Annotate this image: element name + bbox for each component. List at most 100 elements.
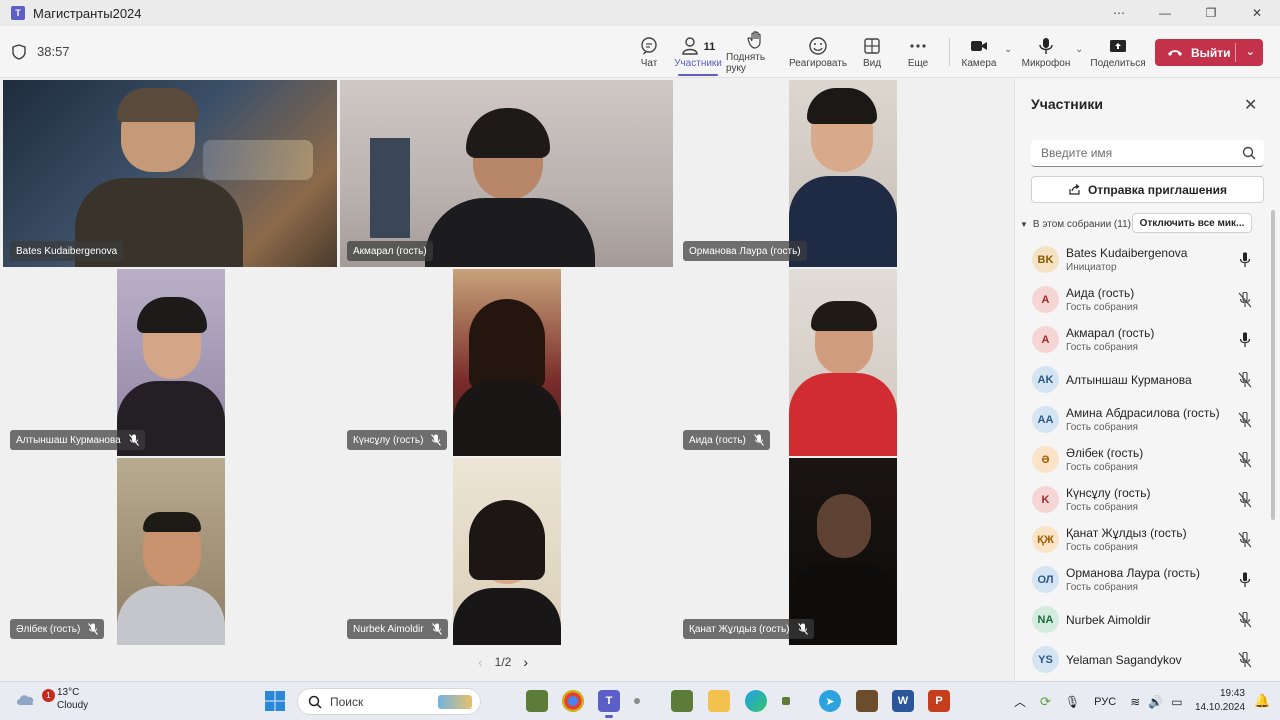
video-tile[interactable]: Акмарал (гость): [340, 80, 673, 267]
participant-list-item[interactable]: ҚЖ Қанат Жұлдыз (гость) Гость собрания: [1031, 520, 1256, 560]
teams-app-icon[interactable]: T: [598, 690, 620, 718]
wifi-icon[interactable]: ≋: [1130, 695, 1140, 709]
close-window-button[interactable]: ✕: [1234, 0, 1280, 26]
taskbar-search[interactable]: Поиск: [297, 688, 481, 715]
weather-badge: 1: [42, 689, 55, 702]
chrome-app-icon[interactable]: [562, 690, 584, 712]
maximize-button[interactable]: ❐: [1188, 0, 1234, 26]
more-options-icon[interactable]: ⋯: [1096, 0, 1142, 26]
mic-off-icon[interactable]: [1238, 532, 1252, 548]
file-explorer-app-icon[interactable]: [708, 690, 730, 712]
telegram-app-icon[interactable]: ➤: [819, 690, 841, 712]
camera-button[interactable]: Камера: [962, 26, 996, 78]
view-button[interactable]: Вид: [860, 26, 884, 78]
avatar: YS: [1032, 646, 1059, 673]
minimize-button[interactable]: —: [1142, 0, 1188, 26]
tray-overflow-chevron-icon[interactable]: ︿: [1014, 693, 1026, 710]
participant-name-tag: Nurbek Aimoldir: [347, 619, 448, 639]
minecraft-launcher-app-icon[interactable]: [671, 690, 693, 712]
mic-off-icon[interactable]: [1238, 452, 1252, 468]
mic-off-icon: [128, 434, 139, 446]
video-tile[interactable]: Аида (гость): [676, 269, 1010, 456]
mic-options-chevron-icon[interactable]: ⌄: [1075, 44, 1083, 55]
microphone-button[interactable]: Микрофон: [1022, 26, 1070, 78]
avatar: A: [1032, 326, 1059, 353]
video-tile[interactable]: Nurbek Aimoldir: [340, 458, 673, 645]
participant-list-item[interactable]: AK Алтыншаш Курманова: [1031, 360, 1256, 400]
raise-hand-button[interactable]: Поднять руку: [726, 26, 786, 78]
microphone-icon[interactable]: [1238, 332, 1252, 348]
send-invite-label: Отправка приглашения: [1087, 182, 1228, 197]
mute-all-button[interactable]: Отключить все мик...: [1132, 213, 1252, 233]
video-tile[interactable]: Қанат Жұлдыз (гость): [676, 458, 1010, 645]
participant-list-item[interactable]: A Акмарал (гость) Гость собрания: [1031, 320, 1256, 360]
sync-icon[interactable]: ⟳: [1040, 694, 1051, 710]
taskbar-clock[interactable]: 19:43 14.10.2024: [1195, 687, 1245, 715]
participant-list-item[interactable]: A Аида (гость) Гость собрания: [1031, 280, 1256, 320]
participant-name: Bates Kudaibergenova: [16, 245, 118, 257]
react-button[interactable]: Реагировать: [789, 26, 847, 78]
microphone-icon[interactable]: [1238, 572, 1252, 588]
gallery-pager: ‹ 1/2 ›: [478, 654, 528, 670]
powerpoint-app-icon[interactable]: P: [928, 690, 950, 712]
participant-search-input[interactable]: Введите имя: [1031, 140, 1264, 167]
close-panel-icon[interactable]: ✕: [1244, 95, 1257, 115]
participant-list-item[interactable]: AA Амина Абдрасилова (гость) Гость собрани…: [1031, 400, 1256, 440]
mic-off-icon[interactable]: [1238, 612, 1252, 628]
send-invite-button[interactable]: Отправка приглашения: [1031, 176, 1264, 203]
volume-icon[interactable]: 🔊: [1148, 695, 1163, 709]
windows-start-icon[interactable]: [264, 690, 286, 712]
leave-options-chevron-icon[interactable]: ⌄: [1246, 45, 1255, 58]
minecraft-app-icon[interactable]: [526, 690, 548, 712]
cloud-icon: [17, 695, 34, 705]
leave-button[interactable]: Выйти ⌄: [1155, 39, 1263, 66]
share-button[interactable]: Поделиться: [1090, 26, 1146, 78]
participant-list-item[interactable]: Ә Әлібек (гость) Гость собрания: [1031, 440, 1256, 480]
participant-list-item[interactable]: ОЛ Орманова Лаура (гость) Гость собрания: [1031, 560, 1256, 600]
participant-name: Акмарал (гость): [1066, 326, 1155, 340]
video-tile[interactable]: Bates Kudaibergenova: [3, 80, 337, 267]
video-tile[interactable]: Күнсұлу (гость): [340, 269, 673, 456]
edge-app-icon[interactable]: [745, 690, 767, 712]
video-tile[interactable]: Әлібек (гость): [3, 458, 337, 645]
participant-name: Қанат Жұлдыз (гость): [689, 623, 790, 635]
participant-list-item[interactable]: K Күнсұлу (гость) Гость собрания: [1031, 480, 1256, 520]
notification-bell-icon[interactable]: 🔔: [1254, 693, 1270, 709]
participants-button[interactable]: 11 Участники: [674, 26, 722, 78]
mic-off-icon[interactable]: [1238, 292, 1252, 308]
mic-off-icon: [753, 434, 764, 446]
avatar: Ә: [1032, 446, 1059, 473]
participant-video: [789, 269, 897, 456]
participant-name-tag: Алтыншаш Курманова: [10, 430, 145, 450]
video-tile[interactable]: Орманова Лаура (гость): [676, 80, 1010, 267]
panel-scrollbar[interactable]: [1271, 210, 1275, 520]
person-body: [425, 198, 595, 267]
mic-off-icon[interactable]: [1238, 412, 1252, 428]
previous-page-chevron-icon[interactable]: ‹: [478, 654, 483, 670]
word-app-icon[interactable]: W: [892, 690, 914, 712]
share-label: Поделиться: [1090, 57, 1146, 69]
participant-video: [117, 269, 225, 456]
small-app-icon[interactable]: [782, 697, 790, 705]
avatar: NA: [1032, 606, 1059, 633]
camera-options-chevron-icon[interactable]: ⌄: [1004, 44, 1012, 55]
person-body: [117, 586, 225, 645]
mic-off-icon[interactable]: [1238, 652, 1252, 668]
shield-icon: [12, 43, 26, 60]
more-button[interactable]: Еще: [906, 26, 930, 78]
participant-list-item[interactable]: YS Yelaman Sagandykov: [1031, 640, 1256, 680]
video-tile[interactable]: Алтыншаш Курманова: [3, 269, 337, 456]
microphone-icon[interactable]: [1238, 252, 1252, 268]
weather-widget[interactable]: 1 13°C Cloudy: [15, 686, 88, 712]
language-indicator[interactable]: РУС: [1094, 696, 1116, 708]
participant-list-item[interactable]: NA Nurbek Aimoldir: [1031, 600, 1256, 640]
mic-off-icon: [431, 623, 442, 635]
next-page-chevron-icon[interactable]: ›: [523, 654, 528, 670]
participant-list-item[interactable]: BK Bates Kudaibergenova Инициатор: [1031, 240, 1256, 280]
mic-off-icon[interactable]: [1238, 372, 1252, 388]
minecraft-dungeons-app-icon[interactable]: [856, 690, 878, 712]
mic-off-icon[interactable]: [1238, 492, 1252, 508]
battery-icon[interactable]: ▭: [1171, 695, 1182, 709]
chat-button[interactable]: Чат: [637, 26, 661, 78]
microphone-tray-icon[interactable]: 🎙: [1065, 695, 1080, 709]
